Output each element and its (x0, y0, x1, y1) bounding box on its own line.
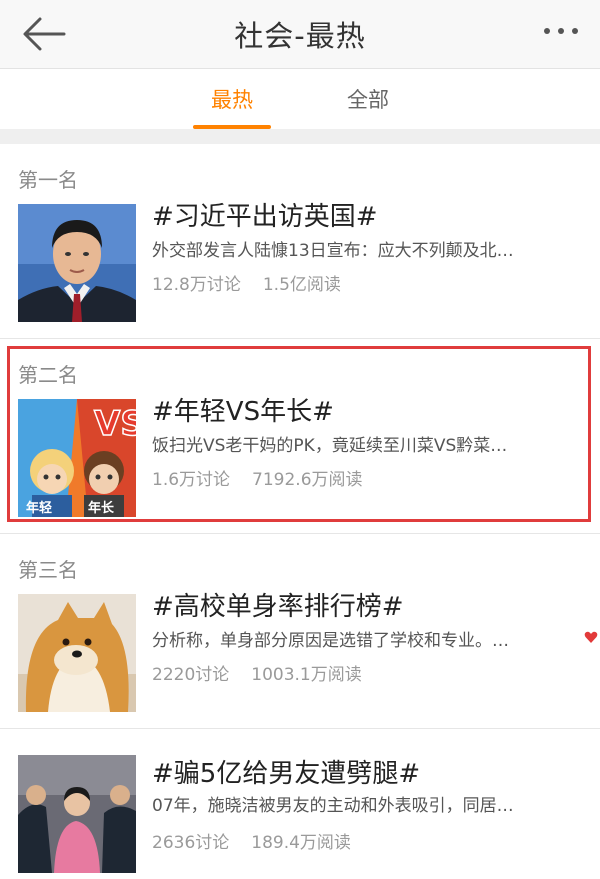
topic-description: 分析称，单身部分原因是选错了学校和专业。… (152, 631, 509, 651)
topic-title[interactable]: #年轻VS年长# (152, 391, 334, 428)
topic-thumbnail: VS 年轻 年长 (18, 399, 136, 517)
more-dots-icon[interactable] (544, 28, 578, 34)
list-item[interactable]: #骗5亿给男友遭劈腿# 07年，施晓洁被男友的主动和外表吸引，同居… 2636讨… (0, 729, 600, 879)
tab-all[interactable]: 全部 (329, 69, 407, 129)
rank-label: 第一名 (18, 168, 78, 192)
topic-description: 外交部发言人陆慷13日宣布：应大不列颠及北… (152, 241, 514, 261)
discussion-count: 2636讨论 (152, 833, 230, 853)
rank-label: 第二名 (18, 363, 78, 387)
read-count: 1003.1万阅读 (251, 665, 362, 685)
discussion-count: 1.6万讨论 (152, 470, 231, 490)
topic-title[interactable]: #高校单身率排行榜# (152, 586, 404, 623)
topic-stats: 2220讨论 1003.1万阅读 (152, 660, 362, 685)
page-title: 社会-最热 (234, 19, 366, 53)
heart-icon (584, 631, 598, 643)
list-item[interactable]: 第二名 VS 年轻 年长 #年轻VS年长# 饭扫光VS老干妈的PK，竟延续至川菜… (0, 339, 600, 534)
topic-title[interactable]: #习近平出访英国# (152, 196, 378, 233)
rank-label: 第三名 (18, 558, 78, 582)
topic-stats: 12.8万讨论 1.5亿阅读 (152, 270, 341, 295)
old-label: 年长 (88, 500, 115, 516)
topic-title[interactable]: #骗5亿给男友遭劈腿# (152, 753, 420, 790)
read-count: 7192.6万阅读 (252, 470, 363, 490)
list-item[interactable]: 第一名 #习近平出访英国# 外交部发言人陆慷13日宣布：应大不列颠及北… 12.… (0, 144, 600, 339)
discussion-count: 12.8万讨论 (152, 275, 241, 295)
topic-description: 07年，施晓洁被男友的主动和外表吸引，同居… (152, 796, 514, 816)
young-label: 年轻 (26, 500, 52, 516)
topic-thumbnail (18, 755, 136, 873)
back-arrow-icon[interactable] (20, 16, 66, 52)
topic-stats: 1.6万讨论 7192.6万阅读 (152, 465, 363, 490)
topic-stats: 2636讨论 189.4万阅读 (152, 828, 351, 853)
vs-text: VS (94, 404, 136, 444)
discussion-count: 2220讨论 (152, 665, 230, 685)
topic-thumbnail (18, 204, 136, 322)
top-bar: 社会-最热 (0, 0, 600, 69)
tab-hottest[interactable]: 最热 (193, 69, 271, 129)
list-item[interactable]: 第三名 #高校单身率排行榜# 分析称，单身部分原因是选错了学校和专业。… 222… (0, 534, 600, 729)
read-count: 189.4万阅读 (251, 833, 351, 853)
topic-description: 饭扫光VS老干妈的PK，竟延续至川菜VS黔菜… (152, 436, 508, 456)
section-divider (0, 129, 600, 144)
topic-thumbnail (18, 594, 136, 712)
tab-bar: 最热 全部 (0, 69, 600, 129)
topic-list: 第一名 #习近平出访英国# 外交部发言人陆慷13日宣布：应大不列颠及北… 12.… (0, 144, 600, 879)
read-count: 1.5亿阅读 (262, 275, 341, 295)
